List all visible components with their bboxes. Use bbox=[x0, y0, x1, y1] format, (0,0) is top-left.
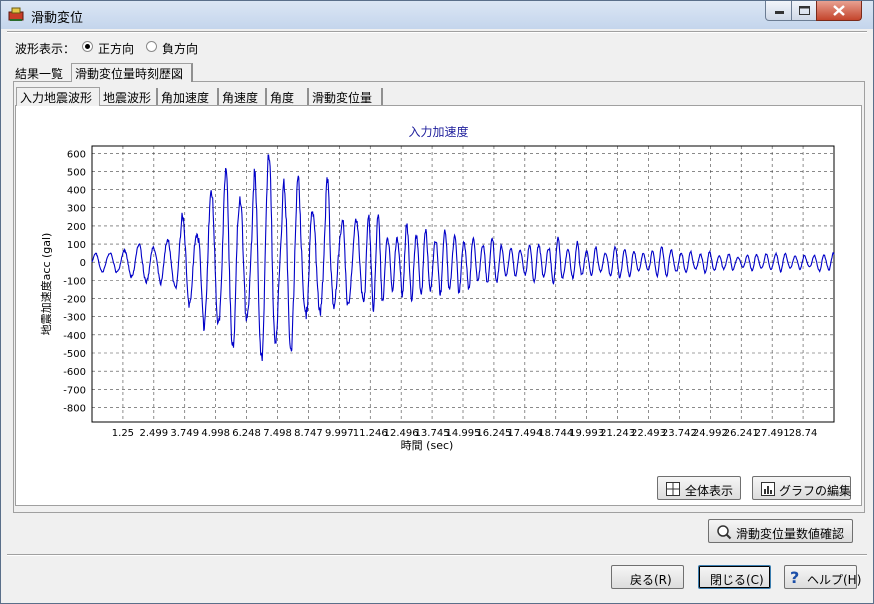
chart-edit-icon bbox=[761, 482, 775, 496]
full-view-button[interactable]: 全体表示 bbox=[657, 476, 741, 500]
x-tick-label: 3.749 bbox=[170, 428, 199, 439]
maximize-button[interactable] bbox=[791, 1, 818, 21]
minimize-button[interactable] bbox=[765, 1, 793, 21]
tab-seismic-wave[interactable]: 地震波形 bbox=[100, 88, 158, 106]
maximize-icon bbox=[799, 6, 810, 15]
x-tick-label: 17.494 bbox=[507, 428, 542, 439]
x-tick-label: 21.243 bbox=[600, 428, 635, 439]
x-tick-label: 6.248 bbox=[232, 428, 261, 439]
help-icon: ? bbox=[790, 568, 800, 587]
y-tick-label: 400 bbox=[67, 186, 86, 197]
x-tick-label: 26.241 bbox=[724, 428, 759, 439]
x-tick-label: 19.993 bbox=[569, 428, 604, 439]
y-tick-label: 200 bbox=[67, 222, 86, 233]
x-tick-label: 24.992 bbox=[693, 428, 728, 439]
edit-graph-label: グラフの編集 bbox=[779, 484, 852, 498]
x-tick-label: 8.747 bbox=[294, 428, 323, 439]
window-title: 滑動変位 bbox=[31, 11, 84, 26]
tab-sliding-history[interactable]: 滑動変位量時刻歴図 bbox=[71, 63, 193, 82]
back-label: 戻る(R) bbox=[630, 573, 672, 587]
y-tick-label: -700 bbox=[63, 385, 86, 396]
tab-angular-velocity[interactable]: 角速度 bbox=[219, 88, 267, 106]
x-tick-label: 1.25 bbox=[112, 428, 134, 439]
x-tick-label: 28.74 bbox=[789, 428, 818, 439]
y-tick-label: -200 bbox=[63, 295, 86, 306]
y-tick-label: 0 bbox=[80, 258, 86, 269]
x-tick-label: 22.493 bbox=[631, 428, 666, 439]
y-tick-label: -100 bbox=[63, 276, 86, 287]
y-tick-label: 500 bbox=[67, 167, 86, 178]
minimize-icon bbox=[775, 11, 784, 14]
x-tick-label: 2.499 bbox=[140, 428, 169, 439]
close-icon bbox=[833, 5, 845, 16]
close-window-button[interactable] bbox=[816, 1, 862, 21]
series-line-input-acceleration bbox=[91, 154, 835, 362]
back-button[interactable]: 戻る(R) bbox=[611, 565, 684, 589]
y-axis-label: 地震加速度acc (gal) bbox=[39, 233, 53, 336]
x-tick-label: 27.491 bbox=[755, 428, 790, 439]
y-tick-label: 300 bbox=[67, 204, 86, 215]
tab-angular-accel[interactable]: 角加速度 bbox=[158, 88, 219, 106]
help-button[interactable]: ? ヘルプ(H) bbox=[784, 565, 861, 589]
x-tick-label: 16.245 bbox=[476, 428, 511, 439]
full-view-label: 全体表示 bbox=[685, 484, 734, 498]
radio-selected-dot bbox=[85, 44, 90, 49]
edit-graph-button[interactable]: グラフの編集 bbox=[752, 476, 851, 500]
x-tick-label: 11.246 bbox=[353, 428, 388, 439]
check-values-button[interactable]: 滑動変位量数値確認 bbox=[708, 519, 853, 543]
app-icon bbox=[8, 7, 24, 21]
separator bbox=[7, 554, 867, 556]
magnifier-icon bbox=[717, 525, 732, 540]
y-tick-label: -800 bbox=[63, 403, 86, 414]
radio-positive-label[interactable]: 正方向 bbox=[98, 40, 134, 57]
y-tick-label: -500 bbox=[63, 349, 86, 360]
x-tick-label: 18.744 bbox=[538, 428, 573, 439]
close-label: 閉じる(C) bbox=[710, 573, 764, 587]
chart: 600 500 400 300 200 100 0 -100 -200 -300 -400 -500 -… bbox=[39, 145, 835, 452]
waveform-label: 波形表示： bbox=[15, 42, 76, 56]
y-tick-label: -600 bbox=[63, 367, 86, 378]
grid-icon bbox=[666, 482, 680, 496]
tab-input-wave[interactable]: 入力地震波形 bbox=[16, 87, 100, 106]
y-tick-label: 100 bbox=[67, 240, 86, 251]
help-label: ヘルプ(H) bbox=[807, 573, 862, 587]
tab-result-list[interactable]: 結果一覧 bbox=[12, 64, 72, 82]
tab-sliding-displacement[interactable]: 滑動変位量 bbox=[309, 88, 383, 106]
x-tick-label: 4.998 bbox=[201, 428, 230, 439]
x-tick-label: 13.745 bbox=[415, 428, 450, 439]
separator bbox=[7, 31, 867, 33]
radio-negative-label[interactable]: 負方向 bbox=[162, 40, 198, 57]
x-tick-label: 14.995 bbox=[446, 428, 481, 439]
close-button[interactable]: 閉じる(C) bbox=[698, 565, 771, 589]
main-window: 滑動変位 波形表示： 正方向 負方向 結果一覧 滑動変位量時刻歴図 入力地震波形… bbox=[0, 0, 874, 604]
x-tick-label: 12.496 bbox=[384, 428, 419, 439]
chart-panel: 入力加速度 600 500 400 300 200 100 0 -100 -200 -300 -40… bbox=[15, 105, 862, 506]
x-tick-label: 9.997 bbox=[325, 428, 354, 439]
check-values-label: 滑動変位量数値確認 bbox=[736, 527, 845, 541]
x-tick-label: 7.498 bbox=[263, 428, 292, 439]
y-tick-label: -400 bbox=[63, 331, 86, 342]
x-axis-label: 時間 (sec) bbox=[401, 439, 454, 452]
tab-angle[interactable]: 角度 bbox=[267, 88, 309, 106]
y-tick-label: -300 bbox=[63, 313, 86, 324]
radio-negative[interactable] bbox=[146, 41, 157, 52]
x-tick-label: 23.742 bbox=[662, 428, 697, 439]
title-bar: 滑動変位 bbox=[1, 1, 873, 29]
y-tick-label: 600 bbox=[67, 149, 86, 160]
radio-positive[interactable] bbox=[82, 41, 93, 52]
